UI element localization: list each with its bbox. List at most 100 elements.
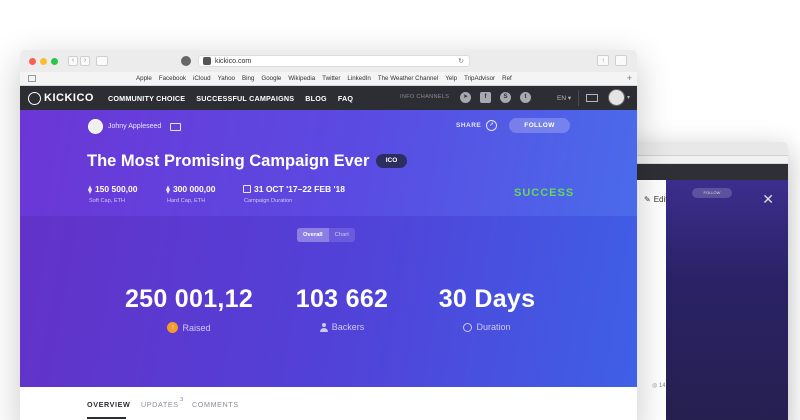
reload-icon[interactable]: ↻ <box>458 57 464 65</box>
ethereum-icon: ⧫ <box>166 184 170 194</box>
logo-mark-icon <box>28 91 41 105</box>
comment-icon: ◎ <box>652 383 658 389</box>
secondary-count-value: 14 <box>658 383 666 389</box>
history-buttons: ‹ › <box>68 56 90 66</box>
raised-label: Raised <box>182 322 211 333</box>
nav-divider <box>578 90 579 106</box>
duration-days-label: Duration <box>476 322 511 332</box>
tab-overview[interactable]: OVERVIEW <box>87 400 130 409</box>
url-text: kickico.com <box>215 57 252 65</box>
calendar-icon <box>243 185 251 193</box>
campaign-header: Johny Appleseed SHARE ➚ FOLLOW The Most … <box>20 110 637 216</box>
pencil-icon: ✎ <box>644 195 651 204</box>
user-avatar[interactable] <box>608 89 625 106</box>
tab-comments[interactable]: COMMENTS <box>192 400 239 409</box>
menu-faq[interactable]: FAQ <box>338 94 353 103</box>
raised-stat: 250 001,12 ↑ Raised <box>114 285 264 333</box>
address-bar[interactable]: kickico.com ↻ <box>198 55 470 67</box>
skype-icon[interactable]: S <box>500 92 511 103</box>
screenshot-stage: ✎ Edit FOLLOW ✕ ◎ 14 ‹ › kickico.com ↻ ↑… <box>0 0 800 420</box>
language-selector[interactable]: EN ▾ <box>557 94 571 102</box>
bookmark-item[interactable]: TripAdvisor <box>464 75 495 82</box>
window-controls <box>29 57 58 65</box>
edit-label: Edit <box>653 195 668 204</box>
hard-cap-label: Hard Cap, ETH <box>167 198 206 204</box>
soft-cap-value: 150 500,00 <box>94 184 138 194</box>
tab-updates[interactable]: UPDATES 3 <box>141 397 183 409</box>
favorites-bar: Apple Facebook iCloud Yahoo Bing Google Wikipe… <box>20 72 637 86</box>
bookmark-item[interactable]: Ref <box>502 75 512 82</box>
logo-text: KICKICO <box>44 92 94 104</box>
share-icon[interactable]: ➚ <box>486 120 497 131</box>
backers-stat: 103 662 Backers <box>282 285 402 332</box>
bookmark-item[interactable]: Wikipedia <box>288 75 315 82</box>
chevron-down-icon[interactable]: ▾ <box>627 94 630 101</box>
telegram-icon[interactable]: ➤ <box>460 92 471 103</box>
bookmark-item[interactable]: Twitter <box>322 75 340 82</box>
kickico-logo[interactable]: KICKICO <box>28 91 94 105</box>
duration-value: 31 OCT '17–22 FEB '18 <box>254 184 345 194</box>
twitter-icon[interactable]: t <box>520 92 531 103</box>
main-browser-window: ‹ › kickico.com ↻ ↑ Apple Facebook iCloud Y… <box>20 50 637 420</box>
maximize-window-button[interactable] <box>51 57 58 65</box>
ico-badge: ICO <box>376 154 407 168</box>
bookmark-item[interactable]: Yahoo <box>218 75 235 82</box>
duration-days-stat: 30 Days Duration <box>424 285 550 332</box>
duration-stat: 31 OCT '17–22 FEB '18 Campaign Duration <box>243 184 345 204</box>
close-window-button[interactable] <box>29 57 36 65</box>
bookmark-item[interactable]: The Weather Channel <box>378 75 438 82</box>
extension-icon[interactable] <box>181 56 191 66</box>
bookmark-item[interactable]: iCloud <box>193 75 211 82</box>
campaign-hero: Johny Appleseed SHARE ➚ FOLLOW The Most … <box>20 110 637 387</box>
bookmarks-list: Apple Facebook iCloud Yahoo Bing Google Wikipe… <box>136 75 512 82</box>
toggle-overall[interactable]: Overall <box>297 228 329 242</box>
minimize-window-button[interactable] <box>40 57 47 65</box>
new-tab-plus-icon[interactable]: + <box>627 73 632 83</box>
forward-button[interactable]: › <box>80 56 90 66</box>
bookmark-item[interactable]: Facebook <box>159 75 186 82</box>
main-menu: COMMUNITY CHOICE SUCCESSFUL CAMPAIGNS BL… <box>108 94 353 103</box>
campaign-author[interactable]: Johny Appleseed <box>88 119 182 134</box>
menu-community-choice[interactable]: COMMUNITY CHOICE <box>108 94 185 103</box>
bookmark-item[interactable]: LinkedIn <box>347 75 370 82</box>
secondary-follow-button[interactable]: FOLLOW <box>692 188 732 198</box>
toggle-chart[interactable]: Chart <box>329 228 355 242</box>
close-icon[interactable]: ✕ <box>762 191 774 208</box>
duration-label: Campaign Duration <box>244 198 293 204</box>
edit-button[interactable]: ✎ Edit <box>644 195 668 204</box>
bookmark-item[interactable]: Bing <box>242 75 254 82</box>
menu-successful-campaigns[interactable]: SUCCESSFUL CAMPAIGNS <box>196 94 294 103</box>
follow-button[interactable]: FOLLOW <box>509 118 570 133</box>
bookmark-item[interactable]: Yelp <box>445 75 457 82</box>
info-channels-label: INFO CHANNELS <box>400 94 450 100</box>
bookmark-item[interactable]: Apple <box>136 75 152 82</box>
backers-value: 103 662 <box>295 285 389 313</box>
raised-value: 250 001,12 <box>124 285 254 313</box>
backers-label: Backers <box>331 322 365 332</box>
browser-titlebar: ‹ › kickico.com ↻ ↑ <box>20 50 637 72</box>
view-toggle: Overall Chart <box>297 228 355 242</box>
menu-blog[interactable]: BLOG <box>305 94 327 103</box>
back-button[interactable]: ‹ <box>68 56 78 66</box>
facebook-icon[interactable]: f <box>480 92 491 103</box>
grid-icon[interactable] <box>28 75 36 82</box>
share-label[interactable]: SHARE <box>456 122 481 129</box>
tabs-overview-icon[interactable] <box>615 55 627 66</box>
person-icon <box>319 322 328 332</box>
sidebar-toggle-button[interactable] <box>96 56 108 66</box>
language-value: EN <box>557 95 567 102</box>
secondary-comment-count: ◎ 14 <box>652 382 666 389</box>
status-badge: SUCCESS <box>514 187 575 199</box>
mail-icon[interactable] <box>586 94 598 102</box>
chevron-down-icon: ▾ <box>567 95 572 102</box>
campaign-title: The Most Promising Campaign Ever <box>87 152 370 170</box>
clock-icon <box>463 322 473 332</box>
hard-cap-stat: ⧫ 300 000,00 Hard Cap, ETH <box>166 184 216 204</box>
ethereum-icon: ⧫ <box>88 184 92 194</box>
tab-updates-label: UPDATES <box>141 400 179 409</box>
browser-share-icon[interactable]: ↑ <box>597 55 609 66</box>
updates-count-badge: 3 <box>180 397 184 403</box>
bookmark-item[interactable]: Google <box>261 75 281 82</box>
soft-cap-stat: ⧫ 150 500,00 Soft Cap, ETH <box>88 184 138 204</box>
envelope-icon[interactable] <box>170 122 182 131</box>
